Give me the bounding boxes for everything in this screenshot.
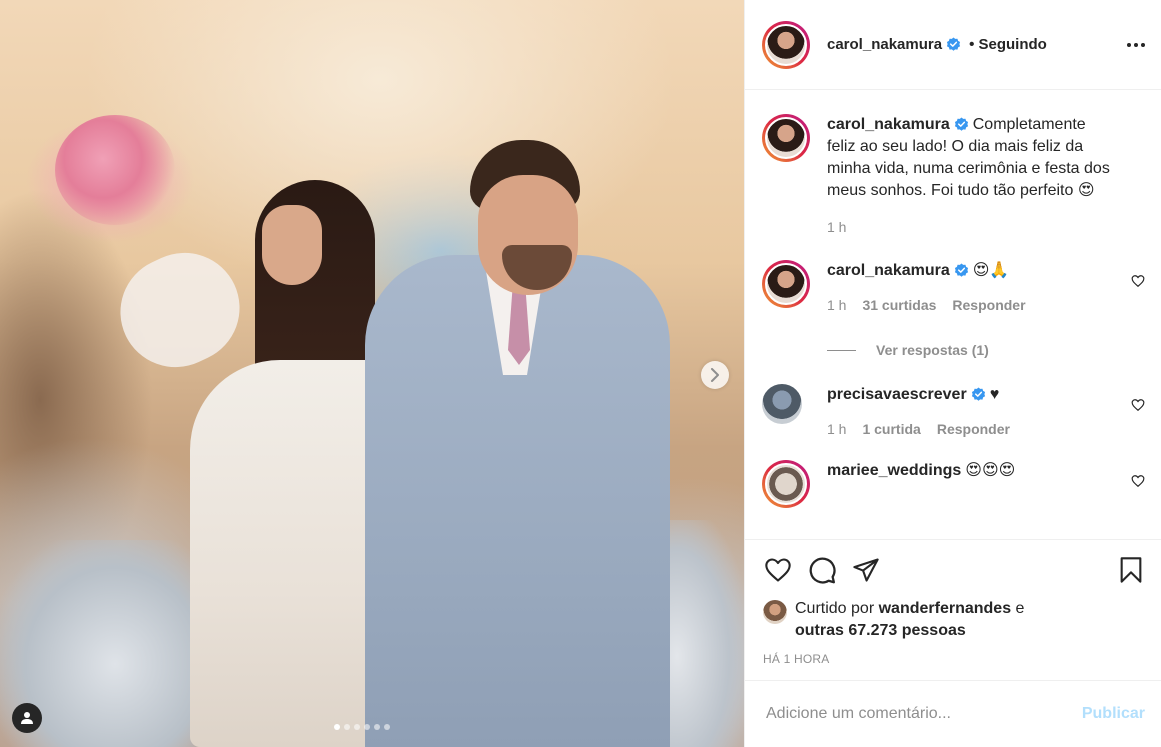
publish-button[interactable]: Publicar	[1082, 705, 1145, 723]
comment-item: carol_nakamura 😍🙏 1 h 31 curtidas Respond…	[762, 260, 1145, 316]
likes-summary: Curtido por wanderfernandes e outras 67.…	[763, 598, 1145, 642]
add-comment-bar: Publicar	[745, 680, 1161, 747]
instagram-post: carol_nakamura • Seguindo carol_nakamura…	[0, 0, 1161, 747]
comments-section[interactable]: carol_nakamura Completamente feliz ao seu…	[745, 90, 1161, 539]
comment-text: ♥	[989, 386, 1000, 403]
carousel-dot	[354, 724, 360, 730]
comment-avatar[interactable]	[762, 384, 802, 424]
caption-username[interactable]: carol_nakamura	[827, 116, 950, 133]
following-button[interactable]: • Seguindo	[969, 36, 1047, 53]
likes-prefix: Curtido por	[795, 600, 875, 617]
carousel-dot	[344, 724, 350, 730]
comment-likes[interactable]: 1 curtida	[862, 418, 920, 440]
liker-avatar[interactable]	[763, 600, 787, 624]
comment-item: precisavaescrever ♥ 1 h 1 curtida Respond…	[762, 384, 1145, 440]
bride-arm	[102, 234, 258, 386]
author-username[interactable]: carol_nakamura	[827, 36, 942, 53]
verified-badge-icon	[947, 37, 961, 51]
more-dot-icon	[1134, 42, 1138, 47]
view-replies-label: Ver respostas (1)	[876, 342, 989, 358]
comment-text: 😍😍😍	[965, 462, 1016, 479]
comment-username[interactable]: carol_nakamura	[827, 262, 950, 279]
comment-username[interactable]: mariee_weddings	[827, 462, 961, 479]
reply-button[interactable]: Responder	[937, 418, 1010, 440]
bookmark-icon	[1120, 557, 1142, 583]
like-comment-heart-icon[interactable]	[1131, 474, 1145, 488]
carousel-dot	[334, 724, 340, 730]
carousel-indicator	[334, 724, 390, 730]
author-avatar[interactable]	[762, 20, 810, 69]
comment-text: 😍🙏	[972, 262, 1010, 279]
post-timestamp[interactable]: HÁ 1 HORA	[763, 652, 1145, 666]
carousel-dot	[384, 724, 390, 730]
like-button[interactable]	[763, 556, 793, 584]
likes-connector: e	[1015, 600, 1025, 617]
share-button[interactable]	[851, 556, 881, 584]
caption: carol_nakamura Completamente feliz ao seu…	[762, 114, 1145, 238]
view-replies-button[interactable]: Ver respostas (1)	[827, 342, 1145, 358]
caption-avatar[interactable]	[762, 114, 810, 162]
tagged-users-button[interactable]	[12, 703, 42, 733]
comment-button[interactable]	[807, 555, 837, 585]
post-photo[interactable]	[0, 0, 744, 747]
more-dot-icon	[1127, 42, 1131, 47]
caption-time[interactable]: 1 h	[827, 216, 846, 238]
likes-others[interactable]: outras 67.273 pessoas	[795, 622, 966, 639]
like-comment-heart-icon[interactable]	[1131, 274, 1145, 288]
reply-button[interactable]: Responder	[952, 294, 1025, 316]
user-icon	[21, 712, 33, 724]
post-sidebar: carol_nakamura • Seguindo carol_nakamura…	[744, 0, 1161, 747]
verified-badge-icon	[954, 263, 968, 278]
comment-time[interactable]: 1 h	[827, 294, 846, 316]
comment-input[interactable]	[766, 705, 1082, 723]
comment-avatar[interactable]	[762, 260, 810, 308]
liker-username[interactable]: wanderfernandes	[879, 600, 1011, 617]
bride-face	[262, 205, 322, 285]
speech-bubble-icon	[809, 557, 836, 584]
paper-plane-icon	[853, 558, 879, 582]
post-header: carol_nakamura • Seguindo	[745, 0, 1161, 90]
next-photo-button[interactable]	[701, 361, 729, 389]
bouquet	[55, 115, 175, 225]
save-button[interactable]	[1117, 554, 1145, 586]
comment-avatar[interactable]	[762, 460, 810, 508]
comment-username[interactable]: precisavaescrever	[827, 386, 967, 403]
action-icons	[763, 552, 1145, 588]
carousel-dot	[364, 724, 370, 730]
comment-likes[interactable]: 31 curtidas	[862, 294, 936, 316]
more-dot-icon	[1141, 42, 1145, 47]
post-actions: Curtido por wanderfernandes e outras 67.…	[745, 539, 1161, 666]
view-replies-line	[827, 349, 856, 351]
verified-badge-icon	[954, 117, 968, 132]
verified-badge-icon	[971, 387, 985, 402]
comment-time[interactable]: 1 h	[827, 418, 846, 440]
heart-icon	[765, 558, 791, 582]
like-comment-heart-icon[interactable]	[1131, 398, 1145, 412]
carousel-dot	[374, 724, 380, 730]
chevron-right-icon	[711, 368, 719, 382]
comment-item: mariee_weddings 😍😍😍	[762, 460, 1145, 508]
more-options-button[interactable]	[1127, 42, 1145, 47]
